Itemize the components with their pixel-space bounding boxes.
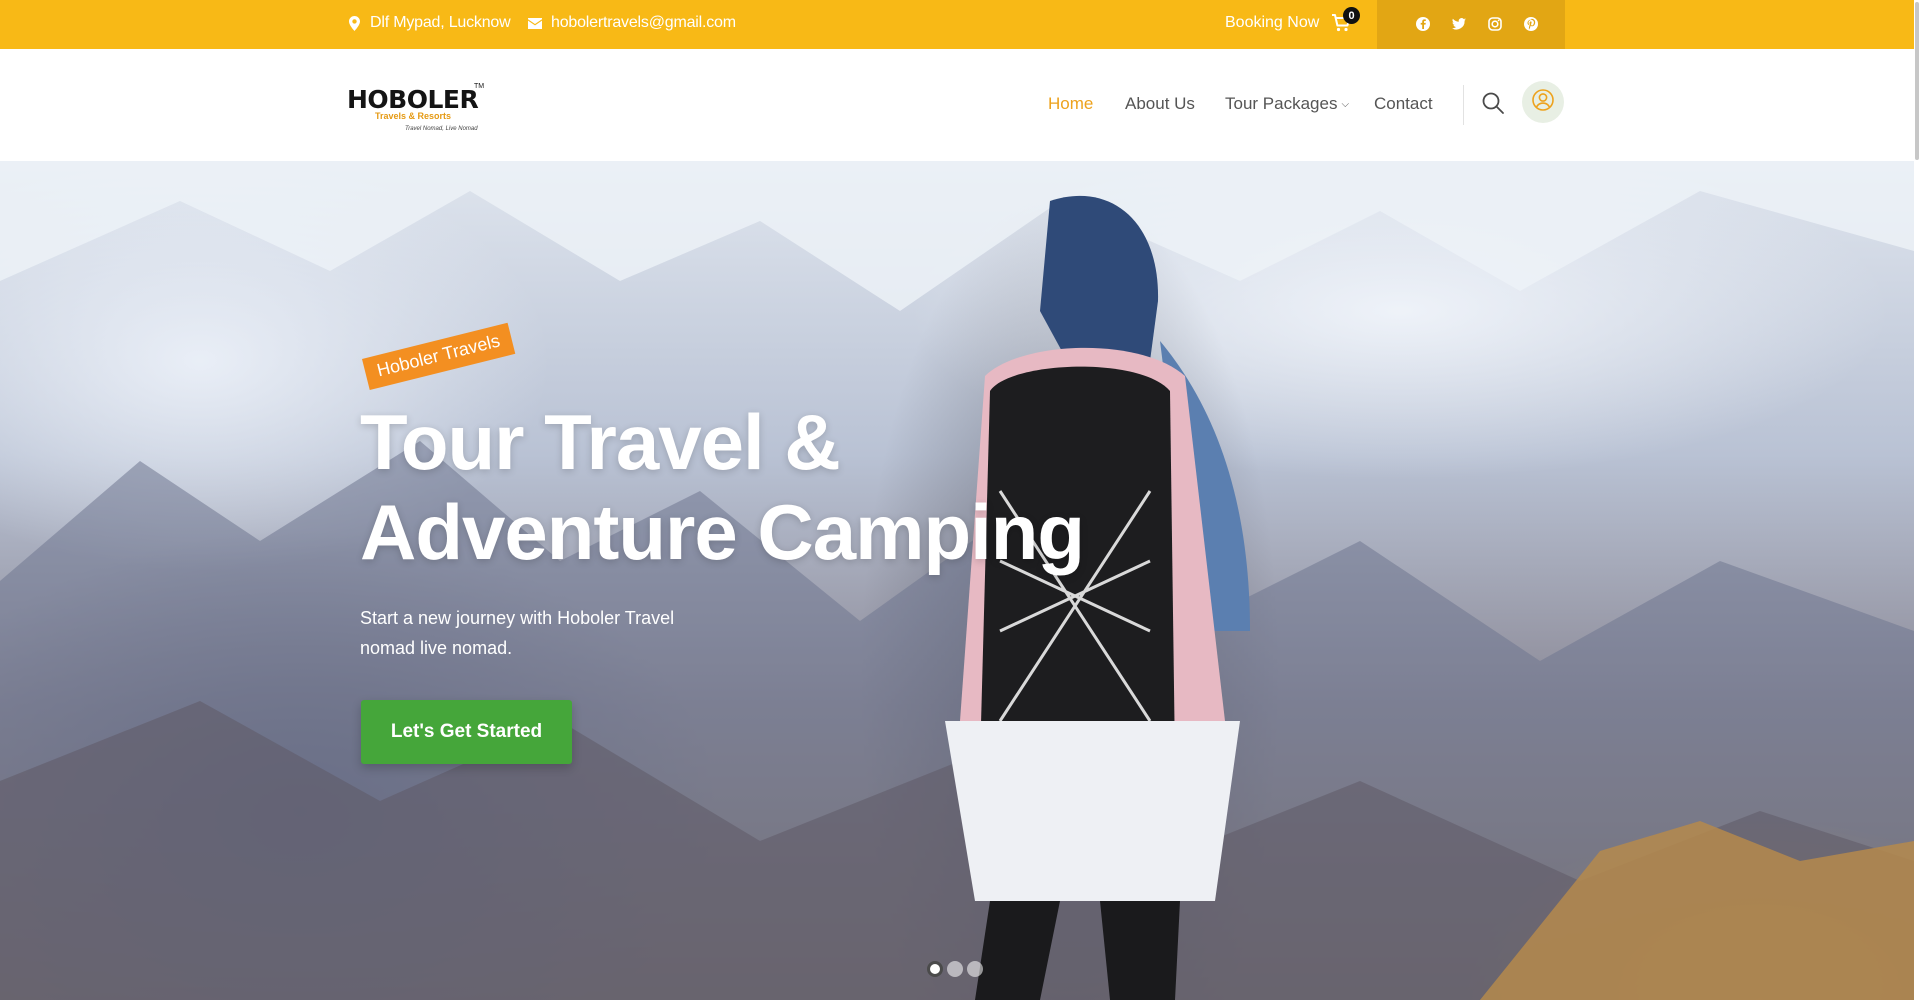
nav-divider — [1463, 85, 1464, 125]
slider-dot-3[interactable] — [967, 961, 983, 977]
logo-subtitle: Travels & Resorts — [375, 111, 452, 121]
slider-dot-2[interactable] — [947, 961, 963, 977]
nav-about-us[interactable]: About Us — [1125, 94, 1195, 114]
address-text: Dlf Mypad, Lucknow — [370, 14, 511, 31]
twitter-icon[interactable] — [1451, 16, 1467, 32]
chevron-down-icon: ⌵ — [1341, 99, 1350, 111]
main-header: HOBOLER TM Travels & Resorts Travel Noma… — [0, 49, 1914, 161]
facebook-icon[interactable] — [1415, 16, 1431, 32]
top-bar: Dlf Mypad, Lucknow hobolertravels@gmail.… — [0, 0, 1914, 49]
user-account-button[interactable] — [1522, 81, 1564, 123]
map-pin-icon — [347, 15, 361, 31]
logo-tagline: Travel Nomad, Live Nomad — [405, 126, 478, 132]
instagram-icon[interactable] — [1487, 16, 1503, 32]
booking-now-link[interactable]: Booking Now — [1225, 14, 1319, 32]
nav-home[interactable]: Home — [1048, 94, 1093, 114]
address-info: Dlf Mypad, Lucknow — [347, 14, 511, 32]
social-links — [1377, 0, 1565, 49]
cart-count-badge: 0 — [1343, 7, 1360, 24]
logo-wordmark: HOBOLER — [347, 85, 479, 114]
scrollbar-thumb[interactable] — [1915, 2, 1919, 160]
get-started-button[interactable]: Let's Get Started — [361, 700, 572, 764]
hero-background-image — [0, 161, 1914, 1000]
nav-contact[interactable]: Contact — [1374, 94, 1433, 114]
user-icon — [1531, 88, 1555, 117]
envelope-icon — [528, 15, 542, 31]
hero-subtitle: Start a new journey with Hoboler Travel … — [360, 608, 675, 658]
site-logo[interactable]: HOBOLER TM Travels & Resorts Travel Noma… — [347, 81, 485, 139]
nav-tour-packages-label: Tour Packages — [1225, 94, 1338, 113]
hero-slider: Hoboler Travels Tour Travel & Adventure … — [0, 161, 1914, 1000]
slider-dot-1[interactable] — [927, 961, 943, 977]
email-link[interactable]: hobolertravels@gmail.com — [551, 14, 736, 32]
slider-pagination — [927, 961, 983, 977]
logo-trademark: TM — [474, 83, 485, 90]
hero-title: Tour Travel & Adventure Camping — [360, 397, 1085, 577]
nav-tour-packages[interactable]: Tour Packages ⌵ — [1225, 94, 1349, 114]
pinterest-icon[interactable] — [1523, 16, 1539, 32]
hero-title-line-2: Adventure Camping — [360, 488, 1085, 576]
email-info[interactable]: hobolertravels@gmail.com — [528, 14, 736, 32]
search-icon[interactable] — [1481, 91, 1505, 115]
hero-title-line-1: Tour Travel & — [360, 398, 841, 486]
